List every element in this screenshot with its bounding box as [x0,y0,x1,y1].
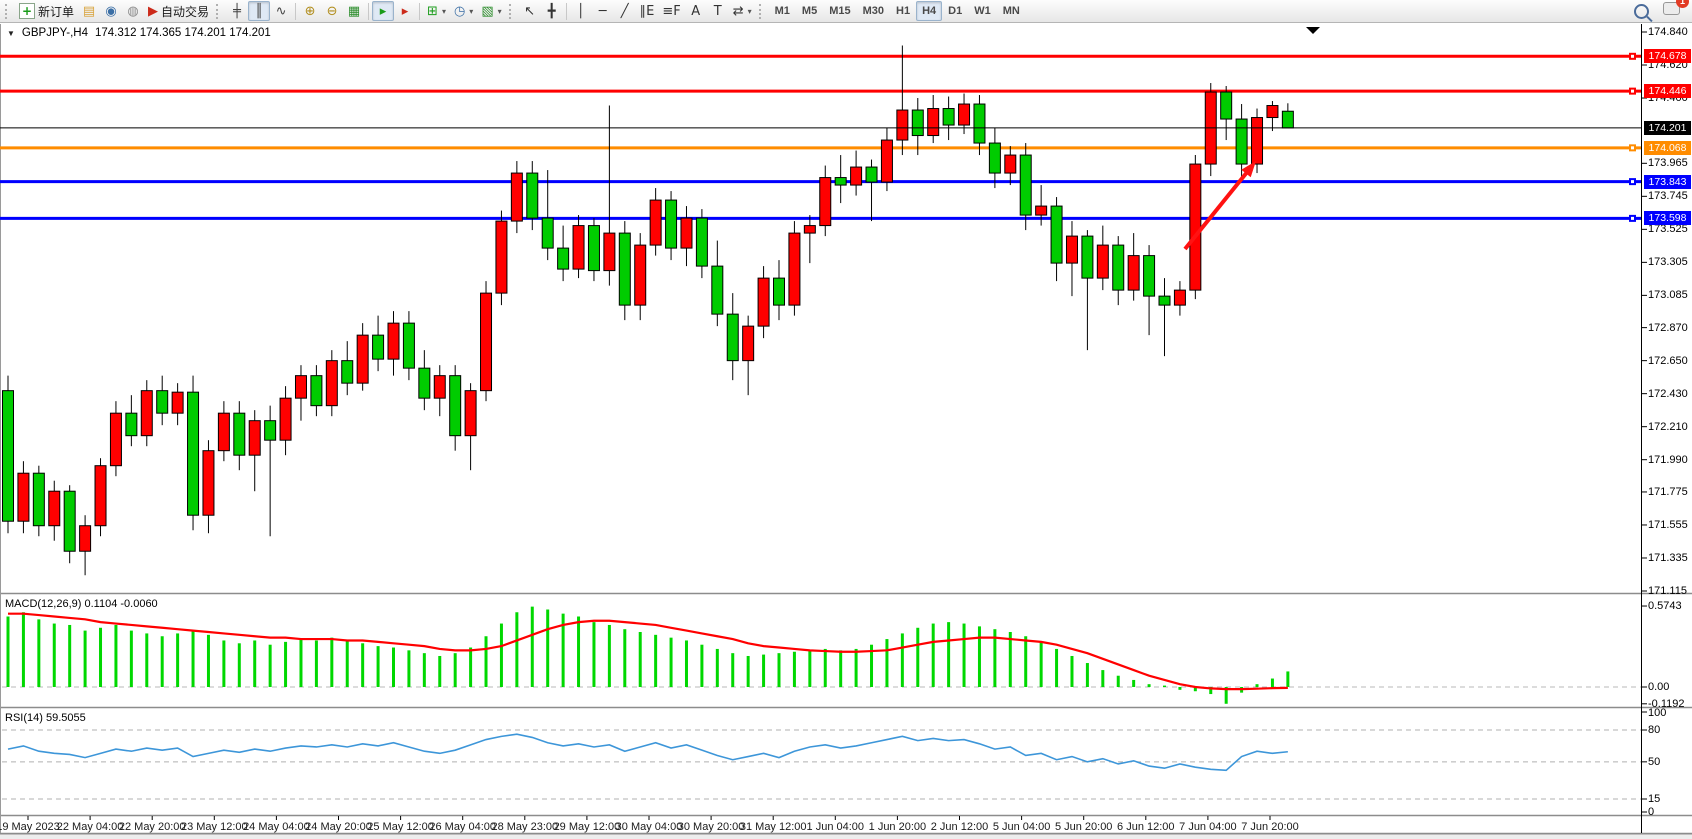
toolbar-drag-handle[interactable] [759,4,766,19]
chevron-down-icon[interactable]: ▾ [498,7,502,16]
toolbar-drag-handle[interactable] [216,4,223,19]
vertical-line-icon: │ [577,5,585,18]
toolbar-divider [295,3,296,20]
community-icon: ◉ [105,5,116,18]
toolbar-divider [566,3,567,20]
broadcast-icon: ◍ [127,5,138,18]
hline-174.068[interactable] [0,144,1641,151]
tf-m1-button[interactable]: M1 [769,1,796,21]
macd-signal-line [8,614,1288,689]
candlestick-icon: ║ [255,5,263,18]
cursor-button[interactable]: ↖ [519,1,541,21]
vertical-line-button[interactable]: │ [570,1,592,21]
toolbar-divider [368,3,369,20]
tf-h4-button[interactable]: H4 [916,1,942,21]
add-indicator-icon: ⊞ [427,5,438,18]
cursor-icon: ↖ [524,5,535,18]
search-icon[interactable] [1634,4,1649,19]
new-order-button[interactable]: +新订单 [15,1,78,21]
toolbar-drag-handle[interactable] [5,4,12,19]
chart-shift-button[interactable]: ▸ [394,1,416,21]
crosshair-icon: ╋ [548,5,556,18]
chart-shift-marker[interactable] [1306,27,1320,34]
crosshair-button[interactable]: ╋ [541,1,563,21]
toolbar-divider [419,3,420,20]
text-button[interactable]: A [685,1,707,21]
trendline-button[interactable]: ╱ [614,1,636,21]
horizontal-line-button[interactable]: ─ [592,1,614,21]
zoom-out-button[interactable]: ⊖ [321,1,343,21]
mt4-window: +新订单▤◉◍▶自动交易╪║∿⊕⊖▦▸▸⊞▾◷▾▧▾↖╋│─╱∥E≡FAT⇄▾M… [0,0,1692,839]
tf-m5-button[interactable]: M5 [796,1,823,21]
bar-chart-button[interactable]: ╪ [226,1,248,21]
templates-button[interactable]: ▧▾ [477,1,505,21]
text-icon: A [691,5,700,18]
zoom-out-icon: ⊖ [327,5,338,18]
tf-m15-button[interactable]: M15 [823,1,856,21]
auto-scroll-icon: ▸ [380,5,387,18]
bar-chart-icon: ╪ [233,5,241,18]
arrows-icon: ⇄ [733,5,744,18]
indicators-button[interactable]: ⊞▾ [423,1,450,21]
new-order-icon: + [19,3,35,19]
tf-w1-button[interactable]: W1 [968,1,997,21]
tf-mn-button[interactable]: MN [997,1,1026,21]
horizontal-line-icon: ─ [599,5,607,18]
symbols-button[interactable]: ▤ [78,1,100,21]
auto-scroll-button[interactable]: ▸ [372,1,394,21]
tile-windows-icon: ▦ [348,5,360,18]
fibonacci-button[interactable]: ≡F [658,1,684,21]
rsi-line [8,734,1288,770]
template-icon: ▧ [481,5,493,18]
tf-h1-button[interactable]: H1 [890,1,916,21]
symbols-icon: ▤ [83,5,95,18]
chevron-down-icon[interactable]: ▾ [442,7,446,16]
equidistant-channel-button[interactable]: ∥E [636,1,659,21]
signals-button[interactable]: ◍ [122,1,144,21]
hline-174.446[interactable] [0,88,1641,95]
new-order-button-label: 新订单 [38,3,74,20]
candles-series [3,46,1294,576]
toolbar-drag-handle[interactable] [509,4,516,19]
autotrading-button-label: 自动交易 [161,3,209,20]
autotrading-button[interactable]: ▶自动交易 [144,1,213,21]
chevron-down-icon[interactable]: ▾ [748,7,752,16]
notification-badge: 1 [1676,0,1689,8]
notifications-button[interactable]: 1 [1663,2,1680,20]
candlestick-chart-button[interactable]: ║ [248,1,270,21]
window-bottom-edge [0,834,1692,839]
line-chart-icon: ∿ [276,5,287,18]
chart-shift-icon: ▸ [402,5,409,18]
clock-icon: ◷ [454,5,465,18]
text-label-icon: T [714,5,722,18]
periods-button[interactable]: ◷▾ [450,1,477,21]
community-button[interactable]: ◉ [100,1,122,21]
hline-174.678[interactable] [0,53,1641,60]
fibonacci-icon: ≡F [662,5,680,18]
chart-canvas [0,0,1692,839]
tile-windows-button[interactable]: ▦ [343,1,365,21]
play-icon: ▶ [148,5,158,18]
tf-m30-button[interactable]: M30 [857,1,890,21]
arrows-button[interactable]: ⇄▾ [729,1,756,21]
trendline-icon: ╱ [621,5,629,18]
toolbar: +新订单▤◉◍▶自动交易╪║∿⊕⊖▦▸▸⊞▾◷▾▧▾↖╋│─╱∥E≡FAT⇄▾M… [0,0,1692,23]
channel-icon: ∥E [640,5,655,18]
line-chart-button[interactable]: ∿ [270,1,292,21]
chevron-down-icon[interactable]: ▾ [469,7,473,16]
tf-d1-button[interactable]: D1 [942,1,968,21]
text-label-button[interactable]: T [707,1,729,21]
zoom-in-icon: ⊕ [305,5,316,18]
zoom-in-button[interactable]: ⊕ [299,1,321,21]
